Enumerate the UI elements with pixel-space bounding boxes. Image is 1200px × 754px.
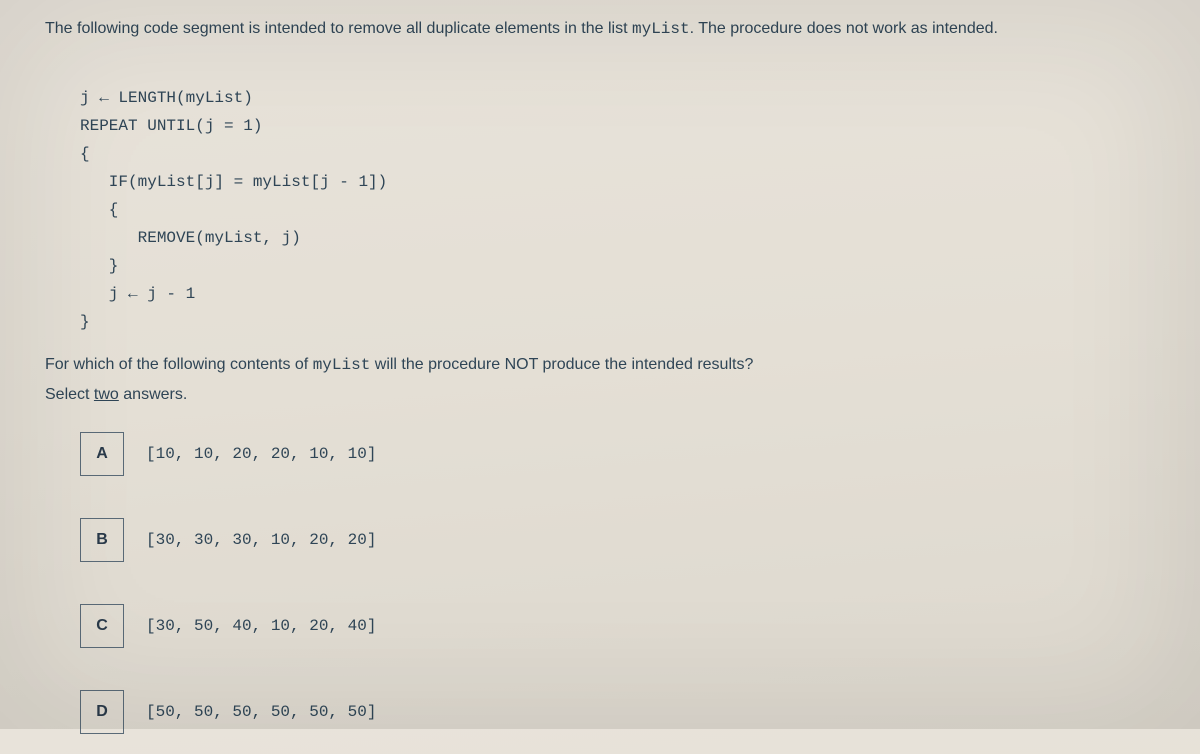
code-line: } [80,257,118,275]
select-suffix: answers. [119,386,187,403]
options-list: A [10, 10, 20, 20, 10, 10] B [30, 30, 30… [80,432,1155,734]
code-line: j ← j - 1 [80,285,195,303]
question-container: The following code segment is intended t… [0,0,1200,754]
option-d-button[interactable]: D [80,690,124,734]
option-letter: B [96,531,108,549]
code-line: REPEAT UNTIL(j = 1) [80,117,262,135]
option-d-row: D [50, 50, 50, 50, 50, 50] [80,690,1155,734]
code-line: IF(myList[j] = myList[j - 1]) [80,173,387,191]
follow-text: For which of the following contents of m… [45,356,1155,374]
intro-post: . The procedure does not work as intende… [690,20,998,37]
code-line: { [80,201,118,219]
code-block: j ← LENGTH(myList) REPEAT UNTIL(j = 1) {… [80,56,1155,336]
code-line: REMOVE(myList, j) [80,229,301,247]
option-a-button[interactable]: A [80,432,124,476]
intro-code: myList [632,20,690,38]
select-underlined: two [94,386,119,403]
option-a-text: [10, 10, 20, 20, 10, 10] [146,445,376,463]
option-c-row: C [30, 50, 40, 10, 20, 40] [80,604,1155,648]
option-c-text: [30, 50, 40, 10, 20, 40] [146,617,376,635]
follow-pre: For which of the following contents of [45,356,313,373]
intro-pre: The following code segment is intended t… [45,20,632,37]
follow-code: myList [313,356,371,374]
option-d-text: [50, 50, 50, 50, 50, 50] [146,703,376,721]
option-letter: D [96,703,108,721]
select-prefix: Select [45,386,94,403]
option-b-text: [30, 30, 30, 10, 20, 20] [146,531,376,549]
option-b-button[interactable]: B [80,518,124,562]
intro-text: The following code segment is intended t… [45,20,1155,38]
follow-post: will the procedure NOT produce the inten… [370,356,753,373]
code-line: } [80,313,90,331]
code-line: j ← LENGTH(myList) [80,89,253,107]
option-c-button[interactable]: C [80,604,124,648]
option-b-row: B [30, 30, 30, 10, 20, 20] [80,518,1155,562]
code-line: { [80,145,90,163]
option-a-row: A [10, 10, 20, 20, 10, 10] [80,432,1155,476]
option-letter: C [96,617,108,635]
option-letter: A [96,445,108,463]
select-instruction: Select two answers. [45,386,1155,404]
